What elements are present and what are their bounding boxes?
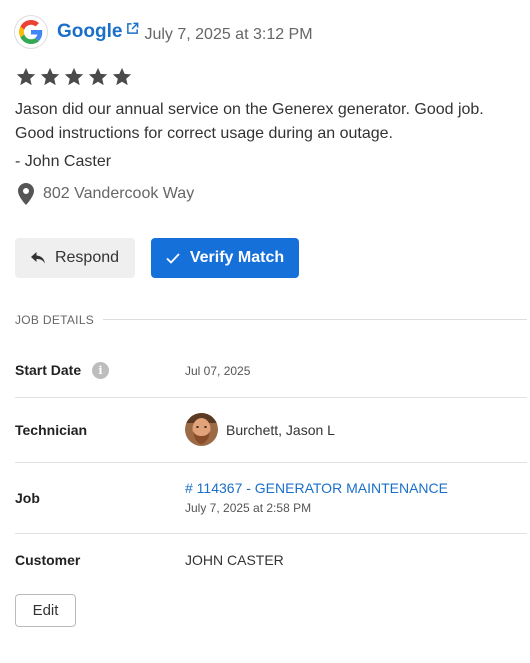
technician-avatar <box>185 413 218 446</box>
review-source-link[interactable]: Google <box>57 21 122 43</box>
reply-icon <box>30 252 45 264</box>
start-date-value: Jul 07, 2025 <box>185 364 251 378</box>
technician-name: Burchett, Jason L <box>226 422 335 438</box>
respond-label: Respond <box>54 249 120 266</box>
star-rating <box>15 66 133 88</box>
job-label: Job <box>15 490 40 506</box>
section-divider <box>103 319 527 320</box>
review-header: Google July 7, 2025 at 3:12 PM <box>15 16 313 48</box>
review-author: - John Caster <box>15 153 112 170</box>
info-icon[interactable]: i <box>92 362 109 379</box>
star-icon <box>40 67 60 86</box>
star-icon <box>16 67 36 86</box>
customer-value: JOHN CASTER <box>185 552 284 568</box>
location-text: 802 Vandercook Way <box>43 185 195 202</box>
job-details-title: JOB DETAILS <box>15 313 95 327</box>
job-date: July 7, 2025 at 2:58 PM <box>185 501 312 515</box>
star-icon <box>88 67 108 86</box>
star-icon <box>112 67 132 86</box>
start-date-label: Start Date <box>15 362 82 378</box>
row-divider <box>15 397 527 398</box>
google-logo-icon <box>15 16 47 48</box>
review-date: July 7, 2025 at 3:12 PM <box>144 26 313 43</box>
respond-button[interactable]: Respond <box>15 238 135 278</box>
edit-button[interactable]: Edit <box>15 594 76 627</box>
review-location: 802 Vandercook Way <box>18 183 194 205</box>
row-divider <box>15 533 527 534</box>
customer-label: Customer <box>15 552 81 568</box>
check-icon <box>166 252 180 264</box>
map-pin-icon <box>18 183 34 205</box>
verify-label: Verify Match <box>189 249 285 266</box>
row-divider <box>15 462 527 463</box>
technician-label: Technician <box>15 422 88 438</box>
review-text: Jason did our annual service on the Gene… <box>15 101 484 142</box>
star-icon <box>64 67 84 86</box>
job-link[interactable]: # 114367 - GENERATOR MAINTENANCE <box>185 480 448 496</box>
verify-match-button[interactable]: Verify Match <box>151 238 299 278</box>
external-link-icon[interactable] <box>126 22 139 35</box>
